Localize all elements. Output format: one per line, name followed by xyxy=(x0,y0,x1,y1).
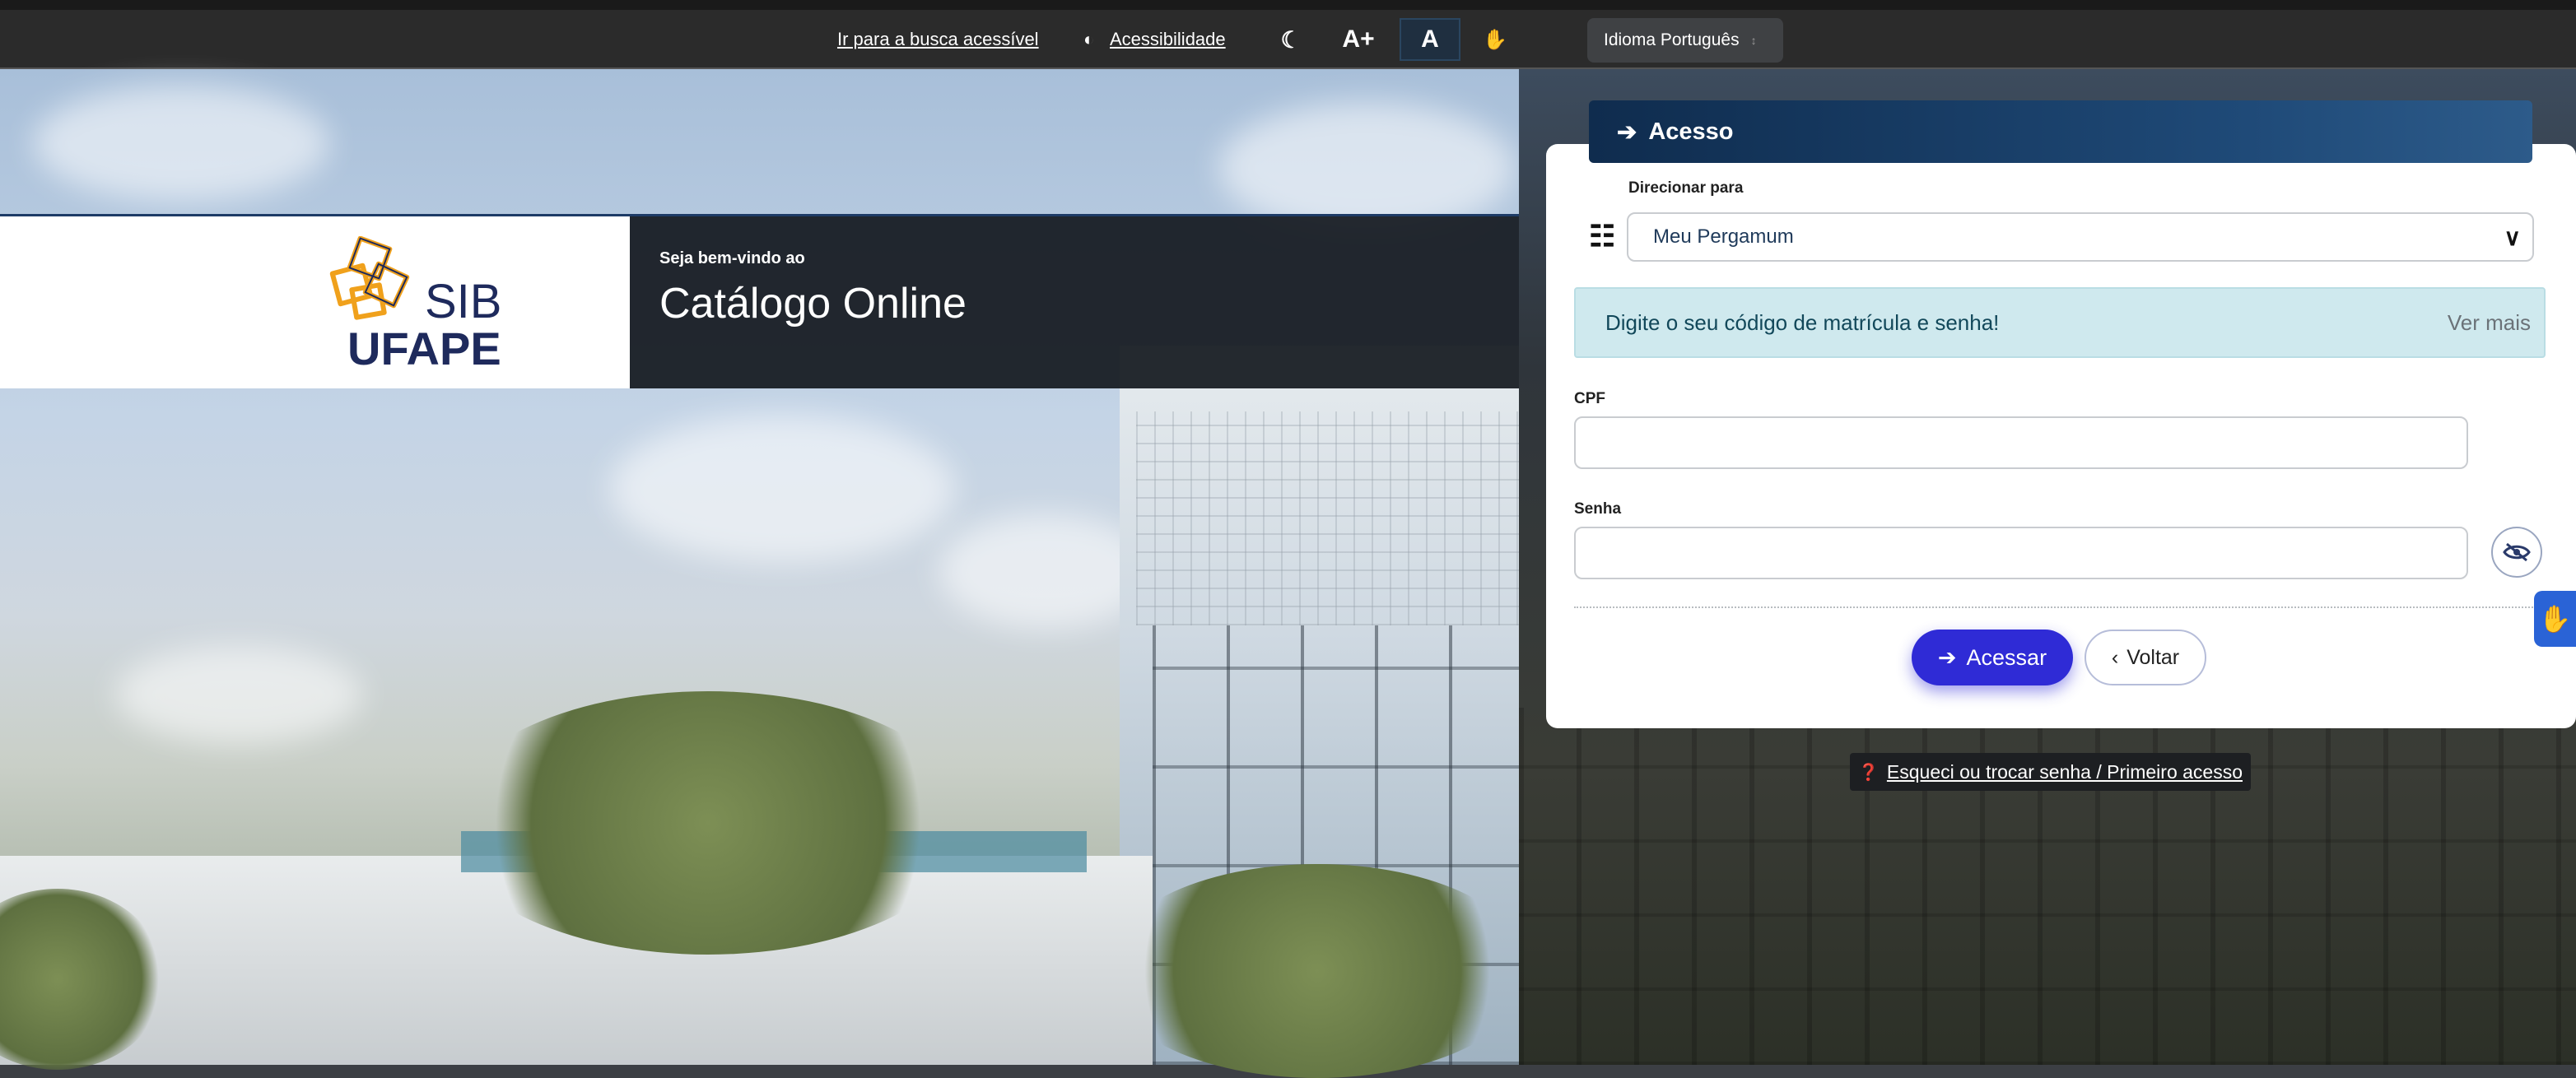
hand-icon: ✋ xyxy=(2538,604,2572,634)
welcome-banner: SIB UFAPE Seja bem-vindo ao Catálogo Onl… xyxy=(0,214,1519,391)
sort-arrows-icon: ↕ xyxy=(1750,34,1757,47)
vlibras-widget-button[interactable]: ✋ xyxy=(2534,591,2576,647)
eye-slash-icon xyxy=(2503,542,2531,562)
info-alert: Digite o seu código de matrícula e senha… xyxy=(1574,287,2546,358)
welcome-panel: Seja bem-vindo ao Catálogo Online xyxy=(630,216,1519,388)
skip-to-search-link[interactable]: Ir para a busca acessível xyxy=(837,25,1039,54)
toggle-password-visibility-button[interactable] xyxy=(2491,527,2542,578)
cpf-input[interactable] xyxy=(1574,416,2468,469)
back-label: Voltar xyxy=(2126,645,2180,669)
sign-language-button[interactable]: ✋ xyxy=(1477,18,1513,61)
language-select[interactable]: Idioma Português ↕ xyxy=(1587,18,1783,63)
sign-in-icon: ➔ xyxy=(1617,118,1637,146)
dark-mode-button[interactable]: ☾ xyxy=(1273,18,1309,61)
cpf-label: CPF xyxy=(1574,390,1605,407)
back-button[interactable]: ‹ Voltar xyxy=(2085,630,2206,685)
form-divider xyxy=(1574,606,2546,608)
welcome-subtitle: Seja bem-vindo ao xyxy=(659,249,805,267)
accessibility-link[interactable]: Acessibilidade xyxy=(1110,25,1226,54)
submit-login-label: Acessar xyxy=(1966,644,2047,670)
building-tiles xyxy=(1136,411,1519,625)
moon-icon: ☾ xyxy=(1280,26,1302,53)
alert-text: Digite o seu código de matrícula e senha… xyxy=(1605,309,2000,335)
hand-icon: ✋ xyxy=(1483,28,1507,51)
chevron-left-icon: ‹ xyxy=(2111,645,2119,669)
see-more-link[interactable]: Ver mais xyxy=(2448,310,2531,336)
sib-ufape-logo: SIB UFAPE xyxy=(0,216,630,388)
login-card-header: ➔ Acesso xyxy=(1589,100,2532,163)
password-input[interactable] xyxy=(1574,527,2468,579)
accessibility-bar: Ir para a busca acessível ◐ Acessibilida… xyxy=(0,0,2576,69)
logo-ufape-text: UFAPE xyxy=(347,323,501,374)
password-label: Senha xyxy=(1574,500,1622,518)
login-header-title: Acesso xyxy=(1648,118,1734,145)
forgot-password-text: Esqueci ou trocar senha / Primeiro acess… xyxy=(1886,760,2243,783)
sign-in-icon: ➔ xyxy=(1937,644,1957,670)
language-select-label: Idioma Português xyxy=(1604,30,1740,49)
font-increase-button[interactable]: A+ xyxy=(1335,18,1381,61)
chevron-down-icon: ∨ xyxy=(2504,225,2522,250)
redirect-label: Direcionar para xyxy=(1628,179,1744,197)
cactus-plants xyxy=(1103,864,1531,1078)
font-normal-button[interactable]: A xyxy=(1400,18,1460,61)
page-title: Catálogo Online xyxy=(659,280,967,328)
redirect-select-value: Meu Pergamum xyxy=(1653,225,1794,248)
submit-login-button[interactable]: ➔ Acessar xyxy=(1912,630,2073,685)
tree-canopy xyxy=(445,691,971,955)
logo-sib-text: SIB xyxy=(425,275,502,328)
forgot-password-link[interactable]: ❓ Esqueci ou trocar senha / Primeiro ace… xyxy=(1850,753,2251,791)
redirect-select[interactable]: Meu Pergamum ∨ xyxy=(1627,212,2534,262)
signpost-icon: ☷ xyxy=(1589,219,1616,253)
question-circle-icon: ❓ xyxy=(1858,763,1879,782)
contrast-icon: ◐ xyxy=(1083,29,1095,49)
logo-emblem-icon xyxy=(329,236,410,320)
